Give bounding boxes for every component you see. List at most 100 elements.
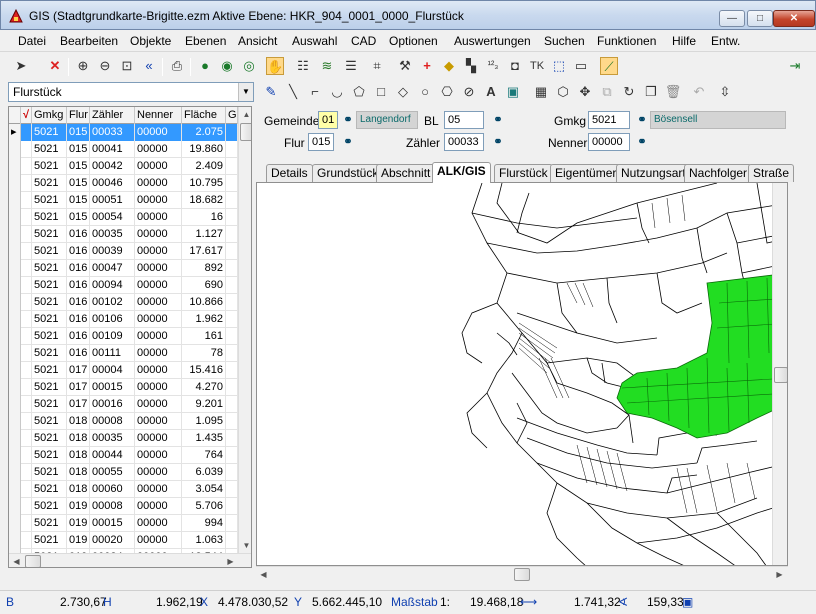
row-indicator[interactable] [9,379,21,396]
binoculars-icon[interactable]: ⚭ [340,112,356,128]
map-scroll-right-arrow-icon[interactable]: ▶ [772,567,787,582]
table-row[interactable]: 5021 017 00016 00000 9.201 [9,396,251,413]
table-row[interactable]: 5021 016 00106 00000 1.962 [9,311,251,328]
row-check-cell[interactable] [21,226,32,243]
menu-datei[interactable]: Datei [18,34,46,48]
layer-select[interactable]: Flurstück ▼ [8,82,254,102]
pointer-icon[interactable]: ➤ [12,57,30,75]
row-check-cell[interactable] [21,362,32,379]
table-row[interactable]: 5021 016 00109 00000 161 [9,328,251,345]
row-check-cell[interactable] [21,447,32,464]
globe-select-icon[interactable]: ◎ [240,57,258,75]
row-check-cell[interactable] [21,158,32,175]
diamond-icon[interactable]: ◇ [394,83,412,101]
table-row[interactable]: 5021 016 00111 00000 78 [9,345,251,362]
table-horizontal-scrollbar[interactable]: ◀ ▶ [9,553,251,567]
row-indicator[interactable] [9,294,21,311]
scroll-left-arrow-icon[interactable]: ◀ [9,554,24,567]
row-check-cell[interactable] [21,243,32,260]
row-check-cell[interactable] [21,294,32,311]
numbering-icon[interactable]: ¹²₃ [484,57,502,75]
nenner-field[interactable]: 00000 [588,133,630,151]
row-indicator[interactable] [9,430,21,447]
row-check-cell[interactable] [21,396,32,413]
move-icon[interactable]: ✥ [576,83,594,101]
image-icon[interactable]: ▣ [504,83,522,101]
zoom-out-icon[interactable]: ⊖ [96,57,114,75]
row-indicator[interactable] [9,532,21,549]
trash-icon[interactable]: 🗑 [664,83,682,101]
polygon-icon[interactable]: ⬠ [350,83,368,101]
row-indicator[interactable] [9,260,21,277]
globe-icon[interactable]: ● [196,57,214,75]
row-check-cell[interactable] [21,379,32,396]
line-icon[interactable]: ╲ [284,83,302,101]
row-indicator[interactable] [9,226,21,243]
tab-abschnitt[interactable]: Abschnitt [376,164,436,182]
row-check-cell[interactable] [21,481,32,498]
menu-cad[interactable]: CAD [351,34,376,48]
tab-grundstueck[interactable]: Grundstück [312,164,384,182]
row-indicator[interactable] [9,413,21,430]
rotate-icon[interactable]: ↻ [620,83,638,101]
zaehler-field[interactable]: 00033 [444,133,484,151]
table-row[interactable]: 5021 015 00046 00000 10.795 [9,175,251,192]
selected-parcels-highlight[interactable] [616,272,788,439]
minimize-button[interactable]: — [719,10,745,27]
crosshair-icon[interactable]: + [418,57,436,75]
chevron-down-icon[interactable]: ▼ [238,83,253,101]
row-indicator[interactable] [9,481,21,498]
text-tool-icon[interactable]: TK [528,57,546,75]
check-column-header[interactable]: √ [21,107,32,124]
col-gmkg[interactable]: Gmkg [32,107,67,124]
scroll-right-arrow-icon[interactable]: ▶ [223,554,238,567]
table-row[interactable]: 5021 019 00008 00000 5.706 [9,498,251,515]
table-row[interactable]: 5021 016 00035 00000 1.127 [9,226,251,243]
row-check-cell[interactable] [21,345,32,362]
window-icon[interactable]: ▭ [572,57,590,75]
table-row[interactable]: 5021 015 00051 00000 18.682 [9,192,251,209]
binoculars-icon[interactable]: ⚭ [490,112,506,128]
row-indicator[interactable] [9,141,21,158]
row-indicator[interactable] [9,396,21,413]
row-check-cell[interactable] [21,141,32,158]
copy-icon[interactable]: ⧉ [598,83,616,101]
row-indicator[interactable] [9,277,21,294]
row-pointer-icon[interactable]: ▸ [9,124,21,141]
layers-icon[interactable]: ≋ [318,57,336,75]
maximize-button[interactable]: □ [747,10,773,27]
table-row[interactable]: 5021 019 00015 00000 994 [9,515,251,532]
map-scroll-left-arrow-icon[interactable]: ◀ [256,567,271,582]
scroll-thumb[interactable] [240,123,251,141]
col-flaeche[interactable]: Fläche [182,107,226,124]
table-row[interactable]: 5021 018 00060 00000 3.054 [9,481,251,498]
measure-tool-icon[interactable]: ⟋ [600,57,618,75]
menu-bearbeiten[interactable]: Bearbeiten [60,34,118,48]
camera-icon[interactable]: ◘ [506,57,524,75]
measure-grid-icon[interactable]: ☷ [294,57,312,75]
table-row[interactable]: 5021 015 00054 00000 16 [9,209,251,226]
col-g[interactable]: G [226,107,238,124]
row-indicator[interactable] [9,498,21,515]
table-row[interactable]: 5021 017 00015 00000 4.270 [9,379,251,396]
table-row[interactable]: 5021 016 00047 00000 892 [9,260,251,277]
table-row[interactable]: 5021 018 00044 00000 764 [9,447,251,464]
globe-refresh-icon[interactable]: ◉ [218,57,236,75]
menu-funktionen[interactable]: Funktionen [597,34,656,48]
table-icon[interactable]: ▦ [532,83,550,101]
row-indicator[interactable] [9,209,21,226]
table-row[interactable]: 5021 016 00102 00000 10.866 [9,294,251,311]
row-check-cell[interactable] [21,311,32,328]
tab-eigentuemer[interactable]: Eigentümer [550,164,622,182]
tools-icon[interactable]: ⚒ [396,57,414,75]
row-check-cell[interactable] [21,328,32,345]
hscroll-thumb[interactable] [25,555,41,567]
bl-field[interactable]: 05 [444,111,484,129]
menu-ebenen[interactable]: Ebenen [185,34,226,48]
row-indicator[interactable] [9,345,21,362]
scroll-down-arrow-icon[interactable]: ▼ [239,538,251,553]
table-row[interactable]: 5021 017 00004 00000 15.416 [9,362,251,379]
row-check-cell[interactable] [21,498,32,515]
row-check-cell[interactable] [21,515,32,532]
menu-auswertungen[interactable]: Auswertungen [454,34,531,48]
